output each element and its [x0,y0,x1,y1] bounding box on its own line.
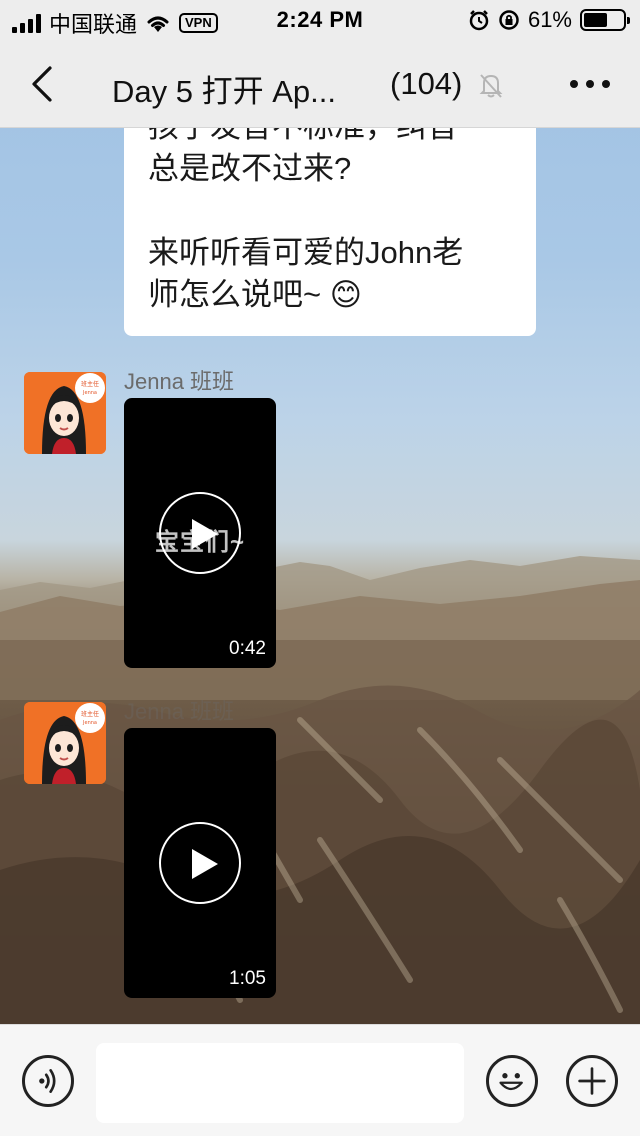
avatar-badge-title: 班主任 [81,380,99,388]
plus-icon[interactable] [566,1055,618,1107]
chat-header: Day 5 打开 Ap... (104) [0,40,640,128]
back-arrow-icon[interactable] [22,62,66,106]
more-dots-icon[interactable] [560,62,620,106]
play-icon[interactable] [159,492,241,574]
battery-icon [580,9,630,31]
vpn-badge: VPN [179,13,218,33]
chat-title: Day 5 打开 Ap... [112,74,336,109]
message-input[interactable] [96,1043,464,1123]
avatar-badge-name: Jenna [82,390,97,396]
voice-icon[interactable] [22,1055,74,1107]
wifi-icon [147,16,169,32]
emoji-icon[interactable] [486,1055,538,1107]
signal-strength-icon [12,13,41,33]
chat-message-list[interactable]: 孩子发音不标准，纠音 总是改不过来? 来听听看可爱的John老 师怎么说吧~ 😊… [0,128,640,1024]
video-duration: 1:05 [229,968,266,989]
avatar[interactable]: 班主任 Jenna [24,372,106,454]
bell-muted-icon [479,74,503,98]
video-duration: 0:42 [229,638,266,659]
message-input-bar [0,1024,640,1136]
carrier-name: 中国联通 [49,12,138,37]
alarm-icon [469,10,489,31]
rotation-lock-icon [499,10,519,30]
video-thumbnail[interactable]: 宝宝们~ 0:42 [124,398,276,668]
avatar[interactable]: 班主任 Jenna [24,702,106,784]
video-thumbnail[interactable]: 1:05 [124,728,276,998]
sender-name: Jenna 班班 [124,699,235,724]
status-bar: 中国联通 VPN 2:24 PM 61% [0,0,640,40]
battery-percent: 61% [527,7,572,32]
play-icon[interactable] [159,822,241,904]
avatar-badge-title: 班主任 [81,710,99,718]
text-message-bubble[interactable]: 孩子发音不标准，纠音 总是改不过来? 来听听看可爱的John老 师怎么说吧~ 😊 [124,128,536,336]
avatar-badge-name: Jenna [82,720,97,726]
member-count: (104) [390,66,463,101]
sender-name: Jenna 班班 [124,369,235,394]
